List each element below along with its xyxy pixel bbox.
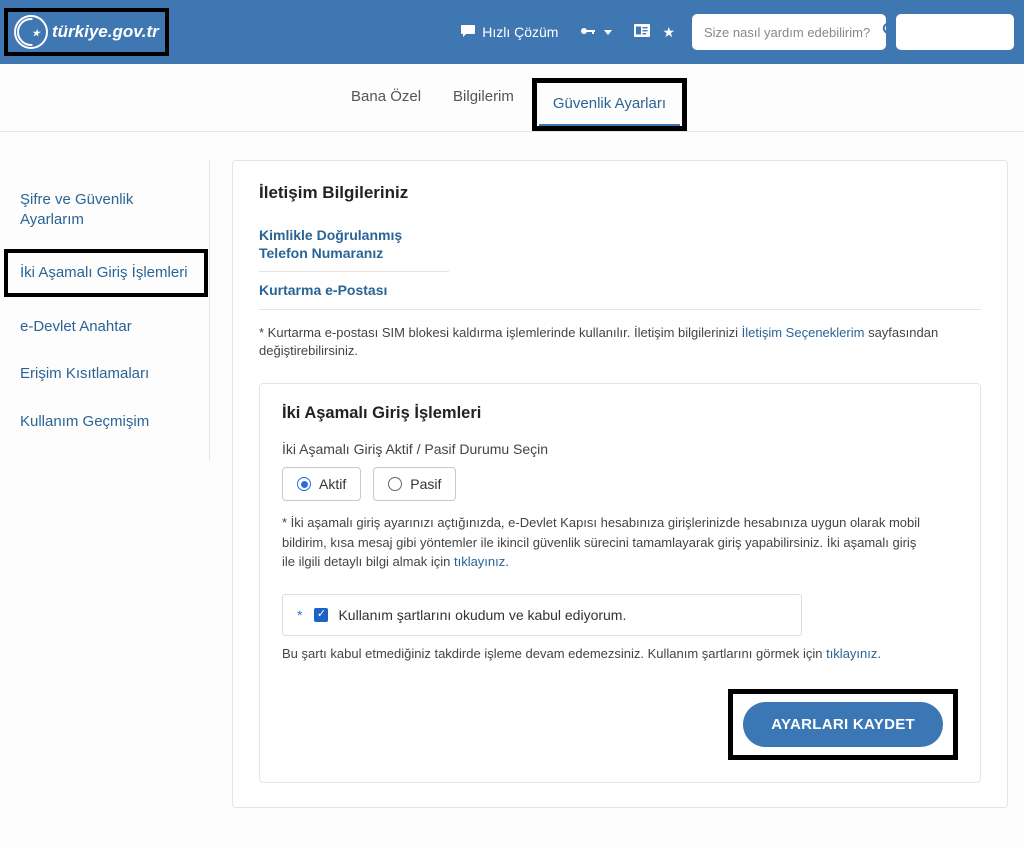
search-input[interactable] [702,24,882,41]
save-settings-button[interactable]: AYARLARI KAYDET [743,702,943,747]
settings-sidebar: Şifre ve Güvenlik Ayarlarım İki Aşamalı … [0,160,210,461]
search-box[interactable] [692,14,886,50]
radio-active-label: Aktif [319,476,346,492]
contact-note-pre: * Kurtarma e-postası SIM blokesi kaldırm… [259,325,742,340]
chevron-down-icon [604,30,612,35]
tab-security[interactable]: Güvenlik Ayarları [539,85,680,126]
terms-label: Kullanım şartlarını okudum ve kabul ediy… [338,607,626,623]
two-factor-radio-group: Aktif Pasif [282,467,958,501]
key-menu-button[interactable] [569,17,623,48]
two-factor-heading: İki Aşamalı Giriş İşlemleri [282,404,958,423]
radio-passive[interactable]: Pasif [373,467,456,501]
tab-info[interactable]: Bilgilerim [439,78,528,131]
key-icon [580,24,596,41]
page-layout: Şifre ve Güvenlik Ayarlarım İki Aşamalı … [0,132,1024,848]
main-content: İletişim Bilgileriniz Kimlikle Doğrulanm… [210,160,1024,848]
sidebar-item-usage-history[interactable]: Kullanım Geçmişim [0,398,209,446]
settings-card: İletişim Bilgileriniz Kimlikle Doğrulanm… [232,160,1008,808]
verified-phone-link[interactable]: Kimlikle Doğrulanmış Telefon Numaranız [259,217,449,272]
top-tabs: Bana Özel Bilgilerim Güvenlik Ayarları [0,64,1024,132]
contact-heading: İletişim Bilgileriniz [259,183,981,203]
id-card-icon [634,24,650,40]
two-factor-help: * İki aşamalı giriş ayarınızı açtığınızd… [282,513,922,572]
terms-checkbox-row[interactable]: * ✓ Kullanım şartlarını okudum ve kabul … [282,594,802,636]
sidebar-item-two-factor-highlight-box: İki Aşamalı Giriş İşlemleri [4,249,208,297]
quick-solution-label: Hızlı Çözüm [482,24,558,40]
two-factor-help-text: * İki aşamalı giriş ayarınızı açtığınızd… [282,515,920,569]
site-header: ★ türkiye.gov.tr Hızlı Çözüm ★ [0,0,1024,64]
radio-passive-dot [388,477,402,491]
search-icon[interactable] [882,22,897,42]
star-icon: ★ [662,24,675,41]
two-factor-select-label: İki Aşamalı Giriş Aktif / Pasif Durumu S… [282,441,958,457]
favorites-button[interactable]: ★ [623,17,686,48]
two-factor-help-link[interactable]: tıklayınız [454,554,505,569]
chat-icon [460,24,476,41]
sidebar-item-password-security[interactable]: Şifre ve Güvenlik Ayarlarım [0,176,209,243]
site-name: türkiye.gov.tr [52,22,159,42]
logo-icon: ★ [14,15,48,49]
radio-passive-label: Pasif [410,476,441,492]
terms-help-text: Bu şartı kabul etmediğiniz takdirde işle… [282,646,826,661]
quick-solution-button[interactable]: Hızlı Çözüm [449,17,569,48]
tab-personal[interactable]: Bana Özel [337,78,435,131]
terms-help: Bu şartı kabul etmediğiniz takdirde işle… [282,644,922,664]
sidebar-item-two-factor[interactable]: İki Aşamalı Giriş İşlemleri [8,253,204,293]
account-box[interactable] [896,14,1014,50]
sidebar-item-access-restrictions[interactable]: Erişim Kısıtlamaları [0,350,209,398]
logo-highlight-box: ★ türkiye.gov.tr [4,8,169,56]
save-row: AYARLARI KAYDET [282,689,958,760]
sidebar-item-edevlet-key[interactable]: e-Devlet Anahtar [0,303,209,351]
terms-checkbox[interactable]: ✓ [314,608,328,622]
contact-options-link[interactable]: İletişim Seçeneklerim [742,325,865,340]
save-highlight-box: AYARLARI KAYDET [728,689,958,760]
tab-security-highlight-box: Güvenlik Ayarları [532,78,687,131]
site-logo[interactable]: ★ türkiye.gov.tr [14,15,159,49]
contact-note: * Kurtarma e-postası SIM blokesi kaldırm… [259,324,981,362]
radio-active-dot [297,477,311,491]
terms-help-link[interactable]: tıklayınız [826,646,877,661]
recovery-email-link[interactable]: Kurtarma e-Postası [259,272,981,309]
radio-active[interactable]: Aktif [282,467,361,501]
two-factor-panel: İki Aşamalı Giriş İşlemleri İki Aşamalı … [259,383,981,783]
required-asterisk: * [297,607,302,623]
